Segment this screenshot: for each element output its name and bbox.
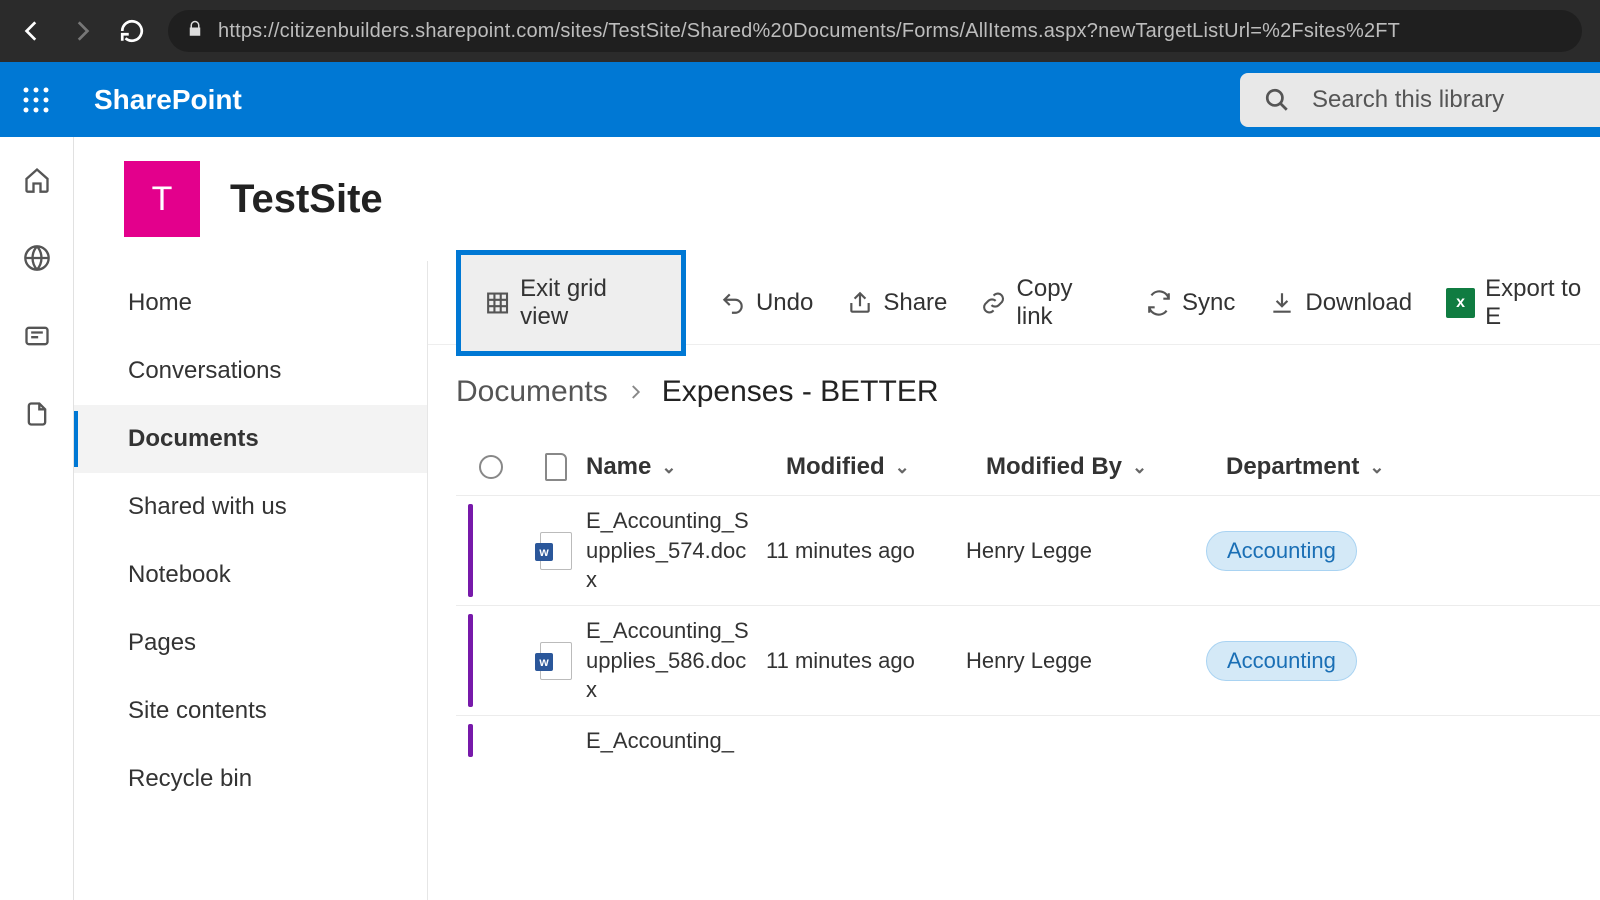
news-icon[interactable] [22, 321, 52, 351]
grid-icon [485, 290, 510, 316]
document-grid: Name ⌄ Modified ⌄ Modified By ⌄ Department ⌄… [428, 439, 1600, 765]
modified-header[interactable]: Modified ⌄ [786, 453, 986, 481]
link-icon [981, 290, 1006, 316]
download-icon [1269, 290, 1295, 316]
address-bar[interactable]: https://citizenbuilders.sharepoint.com/s… [168, 10, 1582, 52]
chevron-down-icon: ⌄ [661, 457, 676, 478]
department-header[interactable]: Department ⌄ [1226, 453, 1466, 481]
breadcrumb-root[interactable]: Documents [456, 375, 608, 409]
exit-grid-view-button[interactable]: Exit grid view [456, 250, 686, 356]
chevron-down-icon: ⌄ [1132, 457, 1147, 478]
name-header[interactable]: Name ⌄ [586, 453, 786, 481]
download-button[interactable]: Download [1269, 289, 1412, 317]
word-doc-icon [540, 532, 572, 570]
nav-item-home[interactable]: Home [74, 269, 427, 337]
nav-item-notebook[interactable]: Notebook [74, 541, 427, 609]
site-header: T TestSite [74, 137, 1600, 261]
modified-by-header[interactable]: Modified By ⌄ [986, 453, 1226, 481]
chevron-right-icon [626, 375, 644, 409]
lock-icon [186, 20, 204, 43]
address-url: https://citizenbuilders.sharepoint.com/s… [218, 20, 1400, 43]
grid-header-row: Name ⌄ Modified ⌄ Modified By ⌄ Department ⌄ [456, 439, 1600, 495]
browser-refresh-button[interactable] [118, 17, 146, 45]
undo-icon [720, 290, 746, 316]
table-row[interactable]: E_Accounting_ [456, 715, 1600, 765]
department-tag: Accounting [1206, 641, 1357, 681]
share-label: Share [883, 289, 947, 317]
name-header-label: Name [586, 453, 651, 481]
modified-header-label: Modified [786, 453, 885, 481]
modified-by-value: Henry Legge [966, 648, 1206, 674]
word-doc-icon [540, 642, 572, 680]
nav-item-recycle-bin[interactable]: Recycle bin [74, 745, 427, 813]
command-bar: Exit grid view Undo Share Copy link [428, 261, 1600, 345]
modified-by-value: Henry Legge [966, 538, 1206, 564]
chevron-down-icon: ⌄ [1369, 457, 1384, 478]
sync-button[interactable]: Sync [1146, 289, 1235, 317]
circle-icon [479, 455, 503, 479]
app-rail [0, 137, 74, 900]
browser-chrome: https://citizenbuilders.sharepoint.com/s… [0, 0, 1600, 62]
browser-back-button[interactable] [18, 17, 46, 45]
table-row[interactable]: E_Accounting_Supplies_574.docx 11 minute… [456, 495, 1600, 605]
breadcrumb-current: Expenses - BETTER [662, 375, 939, 409]
left-nav: Home Conversations Documents Shared with… [74, 261, 428, 900]
copy-link-label: Copy link [1017, 275, 1112, 331]
file-name[interactable]: E_Accounting_Supplies_574.docx [586, 506, 766, 595]
nav-item-site-contents[interactable]: Site contents [74, 677, 427, 745]
department-header-label: Department [1226, 453, 1359, 481]
site-logo[interactable]: T [124, 161, 200, 237]
nav-item-documents[interactable]: Documents [74, 405, 427, 473]
undo-label: Undo [756, 289, 813, 317]
file-name[interactable]: E_Accounting_ [586, 726, 766, 756]
site-title[interactable]: TestSite [230, 177, 383, 222]
file-icon [545, 453, 567, 481]
download-label: Download [1305, 289, 1412, 317]
share-icon [847, 290, 873, 316]
search-box[interactable]: Search this library [1240, 73, 1600, 127]
app-launcher-icon[interactable] [16, 80, 56, 120]
file-name[interactable]: E_Accounting_Supplies_586.docx [586, 616, 766, 705]
nav-item-pages[interactable]: Pages [74, 609, 427, 677]
modified-value: 11 minutes ago [766, 648, 966, 674]
search-icon [1264, 87, 1290, 113]
files-icon[interactable] [22, 399, 52, 429]
globe-icon[interactable] [22, 243, 52, 273]
copy-link-button[interactable]: Copy link [981, 275, 1112, 331]
suite-header: SharePoint Search this library [0, 62, 1600, 137]
breadcrumb: Documents Expenses - BETTER [428, 345, 1600, 439]
sync-label: Sync [1182, 289, 1235, 317]
nav-item-shared[interactable]: Shared with us [74, 473, 427, 541]
chevron-down-icon: ⌄ [895, 457, 910, 478]
select-all-header[interactable] [456, 455, 526, 479]
modified-value: 11 minutes ago [766, 538, 966, 564]
nav-item-conversations[interactable]: Conversations [74, 337, 427, 405]
export-label: Export to E [1485, 275, 1600, 331]
modified-by-header-label: Modified By [986, 453, 1122, 481]
main-content: Exit grid view Undo Share Copy link [428, 261, 1600, 900]
type-header[interactable] [526, 453, 586, 481]
table-row[interactable]: E_Accounting_Supplies_586.docx 11 minute… [456, 605, 1600, 715]
search-placeholder: Search this library [1312, 86, 1504, 114]
department-tag: Accounting [1206, 531, 1357, 571]
share-button[interactable]: Share [847, 289, 947, 317]
home-icon[interactable] [22, 165, 52, 195]
undo-button[interactable]: Undo [720, 289, 813, 317]
export-button[interactable]: x Export to E [1446, 275, 1600, 331]
exit-grid-label: Exit grid view [520, 275, 657, 331]
excel-icon: x [1446, 288, 1475, 318]
browser-forward-button[interactable] [68, 17, 96, 45]
sync-icon [1146, 290, 1172, 316]
brand-label[interactable]: SharePoint [94, 84, 242, 116]
